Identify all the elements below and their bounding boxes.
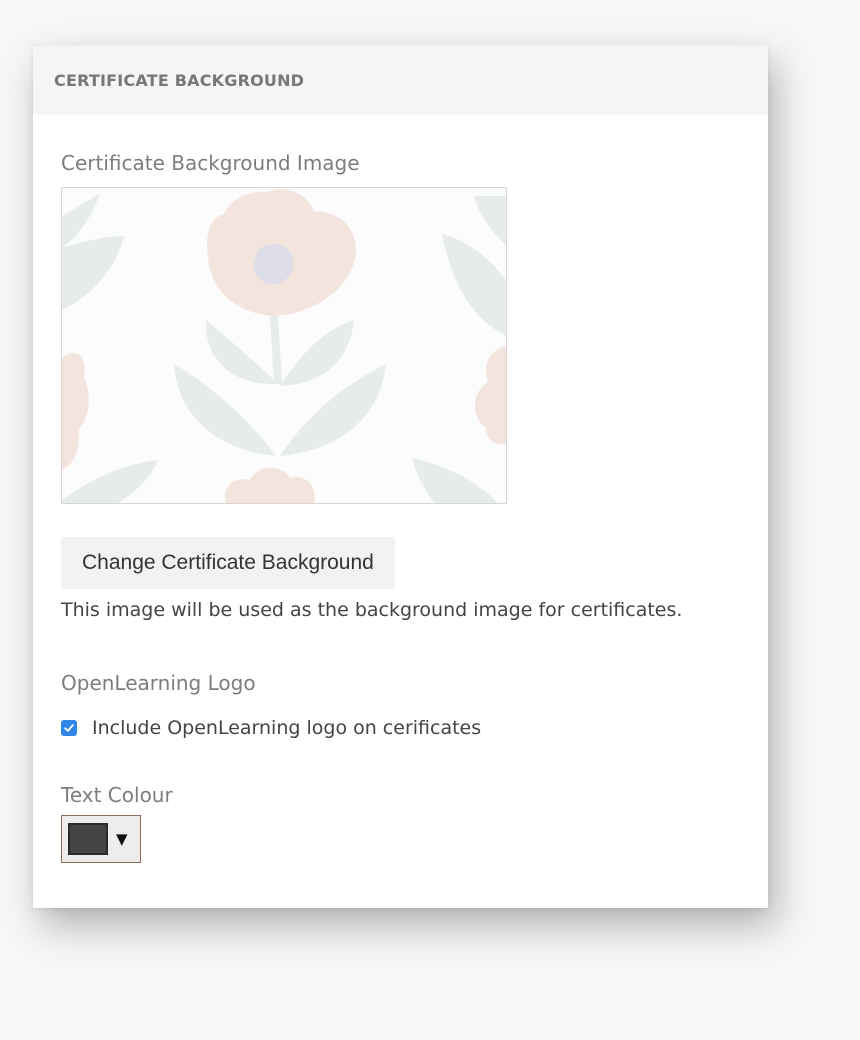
certificate-background-panel: CERTIFICATE BACKGROUND Certificate Backg… xyxy=(33,44,768,908)
background-image-preview xyxy=(61,187,507,504)
colour-swatch xyxy=(68,823,108,855)
checkmark-icon xyxy=(64,724,74,732)
background-help-text: This image will be used as the backgroun… xyxy=(61,599,683,621)
panel-header: CERTIFICATE BACKGROUND xyxy=(33,44,768,115)
include-logo-checkbox[interactable] xyxy=(61,720,77,736)
text-colour-label: Text Colour xyxy=(61,783,173,807)
change-background-button[interactable]: Change Certificate Background xyxy=(61,537,395,589)
logo-section-label: OpenLearning Logo xyxy=(61,671,256,695)
panel-title: CERTIFICATE BACKGROUND xyxy=(54,71,305,90)
text-colour-picker[interactable]: ▼ xyxy=(61,815,141,863)
background-image-label: Certificate Background Image xyxy=(61,151,360,175)
include-logo-label[interactable]: Include OpenLearning logo on cerificates xyxy=(92,717,481,739)
floral-pattern-image xyxy=(62,189,506,503)
dropdown-arrow-icon: ▼ xyxy=(116,830,128,848)
panel-body: Certificate Background Image Change Cert… xyxy=(33,151,768,863)
include-logo-row: Include OpenLearning logo on cerificates xyxy=(61,717,740,739)
